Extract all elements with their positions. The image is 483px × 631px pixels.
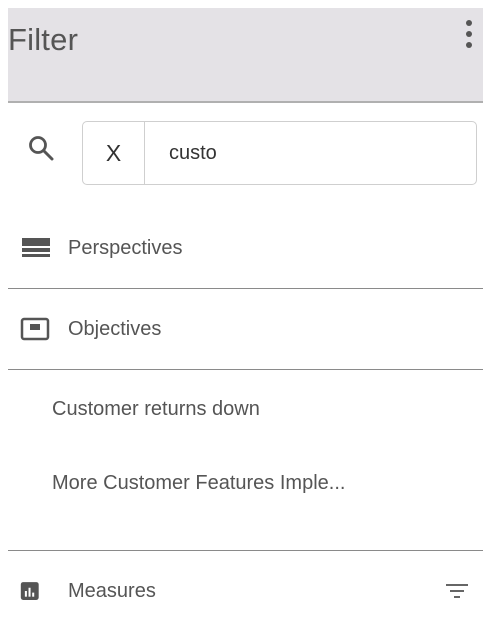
search-icon[interactable] (28, 135, 54, 161)
filter-header: Filter (8, 8, 483, 103)
section-measures[interactable]: Measures (8, 551, 483, 631)
kebab-menu-icon[interactable] (461, 20, 477, 60)
search-input[interactable] (145, 121, 471, 185)
perspectives-icon (22, 238, 50, 257)
section-label: Objectives (68, 317, 162, 340)
kebab-dot (466, 42, 472, 48)
list-item[interactable]: More Customer Features Imple... (52, 472, 345, 495)
measures-chart-icon (20, 582, 39, 600)
filter-panel: Filter X Perspectives Objectives (8, 8, 483, 629)
page-title: Filter (8, 22, 79, 57)
clear-search-button[interactable]: X (83, 122, 145, 184)
section-objectives[interactable]: Objectives (8, 289, 483, 370)
section-label: Measures (68, 579, 156, 602)
filter-icon[interactable] (445, 582, 469, 600)
objectives-list: Customer returns down More Customer Feat… (8, 370, 483, 551)
kebab-dot (466, 31, 472, 37)
kebab-dot (466, 20, 472, 26)
section-perspectives[interactable]: Perspectives (8, 208, 483, 289)
objectives-icon (20, 317, 50, 341)
search-row: X (8, 103, 483, 208)
search-field: X (82, 121, 477, 185)
section-label: Perspectives (68, 236, 183, 259)
list-item[interactable]: Customer returns down (52, 398, 260, 421)
